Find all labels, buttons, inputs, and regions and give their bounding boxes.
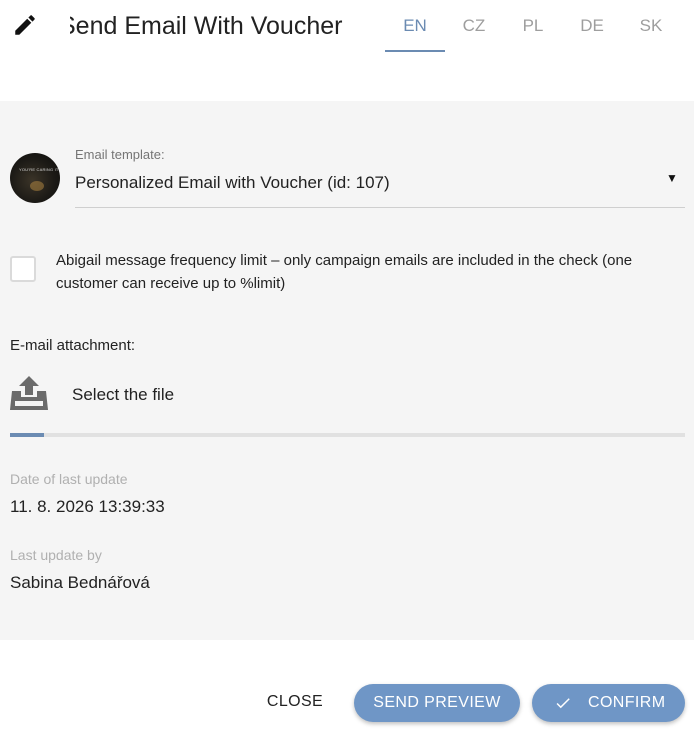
edit-pencil-icon[interactable]	[12, 12, 38, 38]
last-update-by-label: Last update by	[10, 547, 102, 563]
confirm-button[interactable]: CONFIRM	[532, 684, 685, 722]
tab-en[interactable]: EN	[385, 0, 445, 52]
tab-pl[interactable]: PL	[503, 0, 563, 52]
dropdown-caret-icon[interactable]: ▼	[666, 171, 678, 185]
select-file-button[interactable]: Select the file	[72, 385, 174, 405]
last-update-by-value: Sabina Bednářová	[10, 573, 150, 592]
close-button[interactable]: CLOSE	[256, 686, 334, 718]
form-panel: YOU'RE CARING IT Email template: Persona…	[0, 101, 694, 640]
email-template-label: Email template:	[75, 147, 165, 162]
frequency-limit-checkbox[interactable]	[10, 256, 36, 282]
dialog-header: Send Email With Voucher EN CZ PL DE SK	[0, 0, 694, 100]
confirm-label: CONFIRM	[588, 694, 666, 711]
upload-progress-fill	[10, 433, 44, 437]
select-underline	[75, 207, 685, 208]
frequency-limit-label: Abigail message frequency limit – only c…	[56, 252, 633, 292]
email-template-select[interactable]: Personalized Email with Voucher (id: 107…	[75, 173, 390, 193]
dialog-footer: CLOSE SEND PREVIEW CONFIRM	[0, 640, 694, 737]
attachment-label: E-mail attachment:	[10, 337, 136, 354]
template-thumbnail-text: YOU'RE CARING IT	[19, 167, 59, 172]
send-preview-button[interactable]: SEND PREVIEW	[354, 684, 520, 722]
template-thumbnail: YOU'RE CARING IT	[10, 153, 60, 203]
upload-icon[interactable]	[9, 375, 49, 411]
dialog-title: Send Email With Voucher	[70, 12, 343, 40]
tab-de[interactable]: DE	[562, 0, 622, 52]
language-tabs: EN CZ PL DE SK	[385, 0, 681, 56]
upload-progress-bar	[10, 433, 685, 437]
tab-sk[interactable]: SK	[621, 0, 681, 52]
last-update-label: Date of last update	[10, 471, 128, 487]
tab-cz[interactable]: CZ	[444, 0, 504, 52]
check-icon	[556, 698, 570, 709]
last-update-value: 11. 8. 2026 13:39:33	[10, 497, 165, 516]
